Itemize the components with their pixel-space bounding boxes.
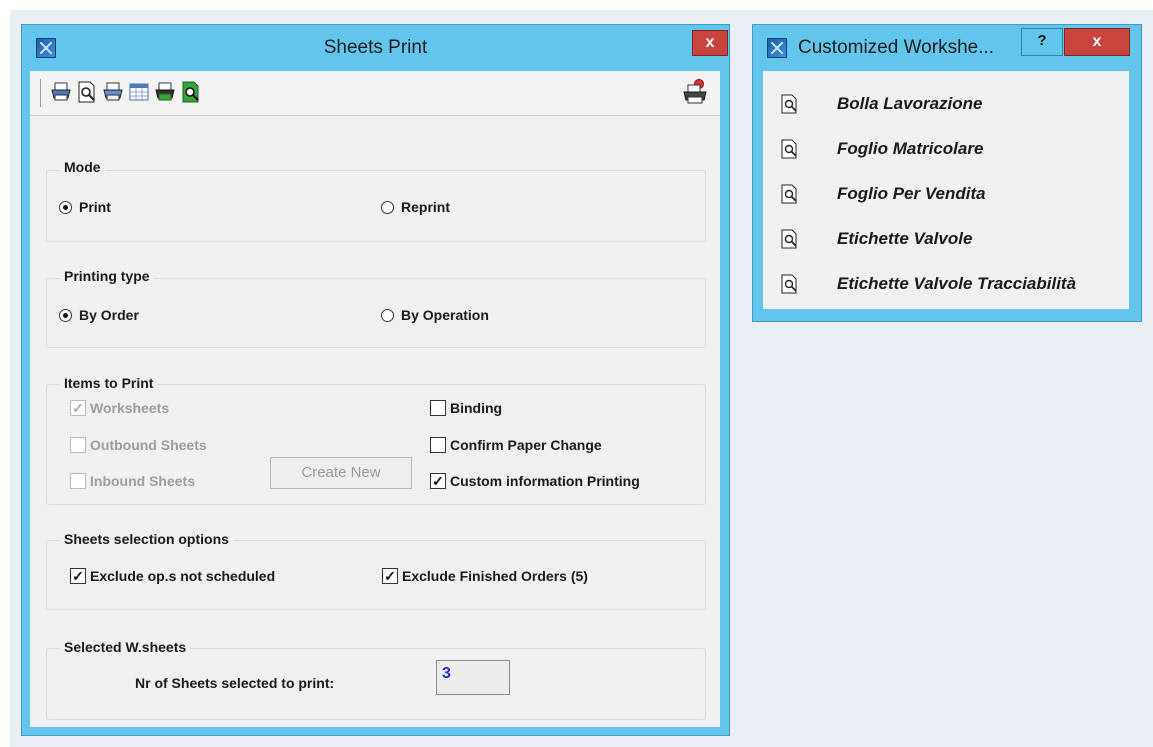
close-button[interactable]: x	[1064, 28, 1130, 56]
checkmark-icon: ✓	[70, 400, 86, 416]
checkbox-box	[70, 437, 86, 453]
sheets-count-label: Nr of Sheets selected to print:	[135, 675, 335, 691]
worksheets-label: Worksheets	[90, 400, 170, 416]
checkbox-box	[430, 437, 446, 453]
radio-unselected-indicator	[381, 308, 394, 322]
title-bar[interactable]: Sheets Print x	[22, 25, 729, 70]
outbound-sheets-label: Outbound Sheets	[90, 437, 207, 453]
confirm-paper-change-checkbox[interactable]: Confirm Paper Change	[430, 437, 602, 453]
print-radio-label: Print	[79, 199, 111, 215]
dialog-client-area: Mode Print Reprint Printing type By Orde…	[30, 71, 720, 727]
print-preview-color-icon[interactable]	[180, 81, 202, 103]
create-new-button[interactable]: Create New	[270, 457, 412, 489]
exclude-finished-orders-checkbox[interactable]: ✓ Exclude Finished Orders (5)	[382, 568, 588, 584]
print-preview-icon[interactable]	[76, 81, 98, 103]
list-item[interactable]: Foglio Per Vendita	[781, 179, 986, 209]
toolbar-grip	[40, 79, 41, 107]
print-setup-icon[interactable]	[102, 81, 124, 103]
binding-label: Binding	[450, 400, 503, 416]
toolbar	[30, 71, 720, 116]
list-item-label: Foglio Per Vendita	[837, 184, 986, 203]
reprint-radio-label: Reprint	[401, 199, 450, 215]
by-order-radio[interactable]: By Order	[59, 307, 139, 323]
calendar-grid-icon[interactable]	[128, 81, 150, 103]
title-bar[interactable]: Customized Workshe... ? x	[753, 25, 1141, 70]
list-item[interactable]: Foglio Matricolare	[781, 134, 983, 164]
items-to-print-group-label: Items to Print	[60, 375, 158, 391]
worksheets-checkbox[interactable]: ✓ Worksheets	[70, 400, 169, 416]
inbound-sheets-label: Inbound Sheets	[90, 473, 195, 489]
list-item-label: Etichette Valvole	[837, 229, 973, 248]
app-icon	[767, 38, 787, 58]
sheets-selection-group-label: Sheets selection options	[60, 531, 233, 547]
radio-selected-indicator	[59, 200, 72, 214]
exclude-finished-orders-label: Exclude Finished Orders (5)	[402, 568, 588, 584]
worksheet-list: Bolla Lavorazione Foglio Matricolare Fog…	[763, 71, 1129, 309]
list-item[interactable]: Bolla Lavorazione	[781, 89, 982, 119]
selected-wsheets-group-label: Selected W.sheets	[60, 639, 191, 655]
list-item-label: Bolla Lavorazione	[837, 94, 983, 113]
list-item[interactable]: Etichette Valvole	[781, 224, 972, 254]
reprint-radio[interactable]: Reprint	[381, 199, 450, 215]
help-button[interactable]: ?	[1021, 28, 1063, 56]
print-options-icon[interactable]	[682, 79, 708, 105]
exclude-not-scheduled-label: Exclude op.s not scheduled	[90, 568, 276, 584]
custom-information-printing-label: Custom information Printing	[450, 473, 640, 489]
list-item-label: Foglio Matricolare	[837, 139, 984, 158]
list-item[interactable]: Etichette Valvole Tracciabilità	[781, 269, 1076, 299]
exclude-not-scheduled-checkbox[interactable]: ✓ Exclude op.s not scheduled	[70, 568, 275, 584]
custom-information-printing-checkbox[interactable]: ✓ Custom information Printing	[430, 473, 640, 489]
print-color-icon[interactable]	[154, 81, 176, 103]
by-order-radio-label: By Order	[79, 307, 139, 323]
checkmark-icon: ✓	[382, 568, 398, 584]
document-preview-icon	[781, 229, 797, 249]
window-title: Sheets Print	[323, 37, 428, 58]
printing-type-group-label: Printing type	[60, 268, 154, 284]
checkmark-icon: ✓	[70, 568, 86, 584]
radio-selected-indicator	[59, 308, 72, 322]
customized-worksheets-window: Customized Workshe... ? x Bolla Lavorazi…	[752, 24, 1142, 322]
print-icon[interactable]	[50, 81, 72, 103]
sheets-count-field[interactable]: 3	[436, 660, 510, 695]
inbound-sheets-checkbox[interactable]: Inbound Sheets	[70, 473, 195, 489]
sheets-print-window: Sheets Print x Mode Print Reprint Printi…	[21, 24, 730, 736]
by-operation-radio[interactable]: By Operation	[381, 307, 489, 323]
checkmark-icon: ✓	[430, 473, 446, 489]
checkbox-box	[70, 473, 86, 489]
document-preview-icon	[781, 184, 797, 204]
by-operation-radio-label: By Operation	[401, 307, 489, 323]
print-radio[interactable]: Print	[59, 199, 111, 215]
checkbox-box	[430, 400, 446, 416]
binding-checkbox[interactable]: Binding	[430, 400, 502, 416]
document-preview-icon	[781, 94, 797, 114]
printing-type-group	[46, 278, 706, 348]
document-preview-icon	[781, 139, 797, 159]
document-preview-icon	[781, 274, 797, 294]
mode-group-label: Mode	[60, 159, 105, 175]
radio-unselected-indicator	[381, 200, 394, 214]
close-button[interactable]: x	[692, 30, 728, 56]
confirm-paper-change-label: Confirm Paper Change	[450, 437, 602, 453]
outbound-sheets-checkbox[interactable]: Outbound Sheets	[70, 437, 207, 453]
window-title: Customized Workshe...	[798, 37, 995, 58]
mode-group	[46, 170, 706, 242]
list-item-label: Etichette Valvole Tracciabilità	[837, 274, 1077, 293]
